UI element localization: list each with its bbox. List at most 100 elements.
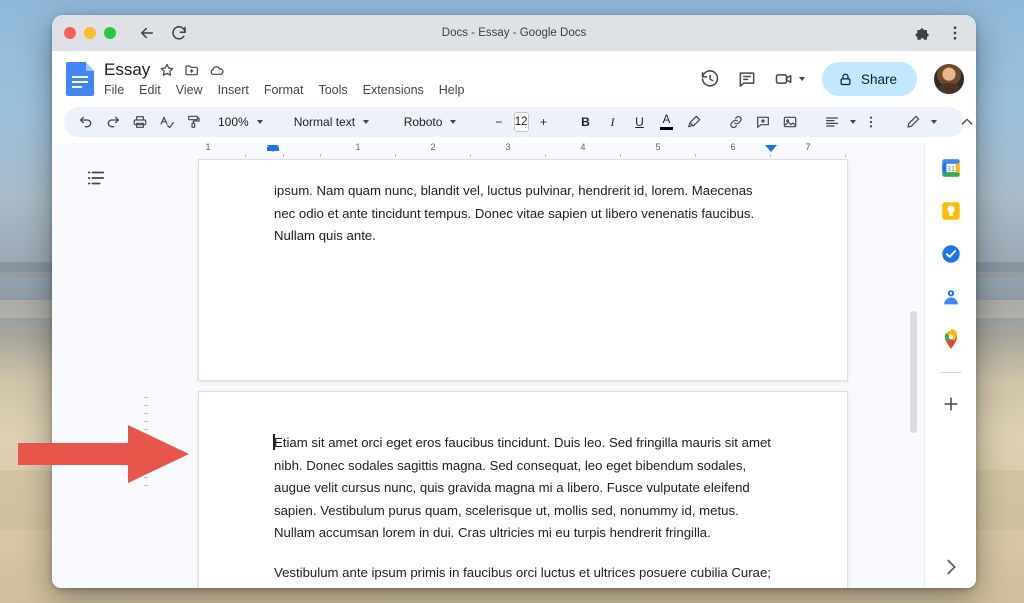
google-calendar-icon[interactable]: 31 — [940, 157, 962, 179]
browser-title-bar: Docs - Essay - Google Docs — [52, 15, 976, 51]
zoom-level-selector[interactable]: 100% — [209, 115, 267, 129]
ruler-number: 4 — [580, 143, 585, 152]
menu-item-tools[interactable]: Tools — [318, 82, 347, 99]
document-outline-rail — [52, 143, 140, 588]
add-comment-icon[interactable] — [751, 110, 775, 134]
ruler-number: 6 — [730, 143, 735, 152]
chevron-down-icon[interactable] — [799, 77, 805, 81]
undo-icon[interactable] — [74, 110, 98, 134]
align-left-icon[interactable] — [820, 110, 844, 134]
page-2-paragraph-1[interactable]: Etiam sit amet orci eget eros faucibus t… — [274, 432, 775, 545]
increase-font-size-button[interactable]: + — [532, 110, 556, 134]
menu-item-extensions[interactable]: Extensions — [363, 82, 424, 99]
version-history-icon[interactable] — [700, 69, 720, 89]
insert-link-icon[interactable] — [724, 110, 748, 134]
svg-text:31: 31 — [946, 164, 954, 173]
more-options-icon[interactable] — [859, 110, 883, 134]
print-icon[interactable] — [128, 110, 152, 134]
star-icon[interactable] — [159, 62, 175, 78]
vertical-scrollbar[interactable] — [910, 311, 917, 433]
decrease-font-size-button[interactable]: − — [487, 110, 511, 134]
formatting-toolbar: 100% Normal text Roboto − 12 + B I U A — [64, 107, 964, 137]
share-label: Share — [861, 72, 897, 87]
menu-item-view[interactable]: View — [176, 82, 203, 99]
user-avatar[interactable] — [934, 64, 964, 94]
spellcheck-icon[interactable] — [155, 110, 179, 134]
google-docs-logo — [66, 62, 94, 96]
browser-window-title: Docs - Essay - Google Docs — [52, 27, 976, 39]
underline-button[interactable]: U — [628, 110, 652, 134]
ruler-number: 3 — [505, 143, 510, 152]
document-title[interactable]: Essay — [104, 60, 150, 80]
insert-image-icon[interactable] — [778, 110, 802, 134]
docs-header: Essay File Edit View Insert Format Tools… — [52, 51, 976, 107]
rail-divider — [940, 372, 962, 373]
left-indent-marker[interactable] — [267, 145, 279, 152]
ruler-number: 7 — [805, 143, 810, 152]
font-family-selector[interactable]: Roboto — [395, 115, 469, 129]
google-keep-icon[interactable] — [940, 200, 962, 222]
back-arrow-icon[interactable] — [138, 24, 156, 42]
chevron-down-icon[interactable] — [931, 120, 937, 124]
font-size-input[interactable]: 12 — [514, 112, 529, 132]
document-scroll-region[interactable]: 1 1 2 3 4 5 6 7 ipsum. Nam quam nunc, bl… — [140, 143, 924, 588]
ruler-number: 5 — [655, 143, 660, 152]
right-indent-marker[interactable] — [765, 145, 777, 152]
cloud-saved-icon[interactable] — [209, 62, 225, 78]
horizontal-ruler[interactable]: 1 1 2 3 4 5 6 7 — [198, 143, 878, 159]
close-window-button[interactable] — [64, 27, 76, 39]
maximize-window-button[interactable] — [104, 27, 116, 39]
side-panel-rail: 31 — [924, 143, 976, 588]
chevron-down-icon[interactable] — [850, 120, 856, 124]
text-color-swatch — [660, 127, 673, 130]
bold-button[interactable]: B — [574, 110, 598, 134]
text-color-button[interactable]: A — [655, 110, 679, 134]
chevron-down-icon — [450, 120, 456, 124]
italic-button[interactable]: I — [601, 110, 625, 134]
menu-item-insert[interactable]: Insert — [218, 82, 249, 99]
document-body-area: 1 1 2 3 4 5 6 7 ipsum. Nam quam nunc, bl… — [52, 143, 976, 588]
document-page-1[interactable]: ipsum. Nam quam nunc, blandit vel, luctu… — [198, 159, 848, 381]
highlight-pen-icon[interactable] — [682, 110, 706, 134]
vertical-ruler[interactable] — [140, 143, 152, 588]
menu-item-help[interactable]: Help — [439, 82, 465, 99]
ruler-number: 1 — [205, 143, 210, 152]
menu-item-edit[interactable]: Edit — [139, 82, 161, 99]
page-1-paragraph[interactable]: ipsum. Nam quam nunc, blandit vel, luctu… — [274, 180, 775, 248]
kebab-menu-icon[interactable] — [946, 24, 964, 42]
expand-panel-chevron-icon[interactable] — [940, 556, 962, 578]
paint-format-icon[interactable] — [182, 110, 206, 134]
zoom-value: 100% — [213, 115, 254, 129]
ruler-number: 1 — [355, 143, 360, 152]
move-to-folder-icon[interactable] — [184, 62, 200, 78]
redo-icon[interactable] — [101, 110, 125, 134]
paragraph-style-value: Normal text — [289, 115, 360, 129]
document-outline-icon[interactable] — [85, 167, 107, 588]
menu-item-format[interactable]: Format — [264, 82, 304, 99]
share-button[interactable]: Share — [822, 62, 917, 96]
video-camera-icon[interactable] — [774, 69, 805, 89]
chevron-down-icon — [257, 120, 263, 124]
google-tasks-icon[interactable] — [940, 243, 962, 265]
window-traffic-lights[interactable] — [64, 27, 116, 39]
google-maps-icon[interactable] — [940, 329, 962, 351]
font-family-value: Roboto — [399, 115, 448, 129]
reload-icon[interactable] — [170, 24, 188, 42]
paragraph-style-selector[interactable]: Normal text — [285, 115, 377, 129]
comment-icon[interactable] — [737, 69, 757, 89]
ruler-number: 2 — [430, 143, 435, 152]
menu-item-file[interactable]: File — [104, 82, 124, 99]
google-contacts-icon[interactable] — [940, 286, 962, 308]
docs-menu-bar: File Edit View Insert Format Tools Exten… — [104, 82, 465, 99]
minimize-window-button[interactable] — [84, 27, 96, 39]
text-color-label: A — [663, 115, 671, 126]
editing-mode-pencil-icon[interactable] — [901, 110, 925, 134]
page-2-paragraph-2[interactable]: Vestibulum ante ipsum primis in faucibus… — [274, 562, 775, 588]
chevron-up-icon[interactable] — [955, 110, 977, 134]
browser-window: Docs - Essay - Google Docs Essay — [52, 15, 976, 588]
lock-icon — [838, 72, 853, 87]
chevron-down-icon — [363, 120, 369, 124]
add-ons-plus-icon[interactable] — [941, 394, 961, 419]
document-page-2[interactable]: Etiam sit amet orci eget eros faucibus t… — [198, 391, 848, 588]
puzzle-icon[interactable] — [912, 24, 930, 42]
